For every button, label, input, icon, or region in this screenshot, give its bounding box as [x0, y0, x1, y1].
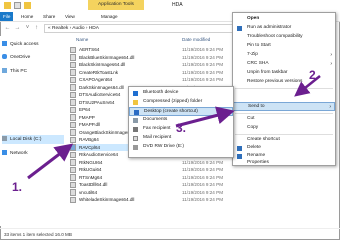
- annotation-overlay: [27, 75, 321, 180]
- step1-label: 1.: [12, 180, 23, 194]
- step3-label: 3.: [176, 121, 187, 135]
- step1-arrow: [27, 143, 74, 180]
- step2-label: 2.: [309, 68, 320, 82]
